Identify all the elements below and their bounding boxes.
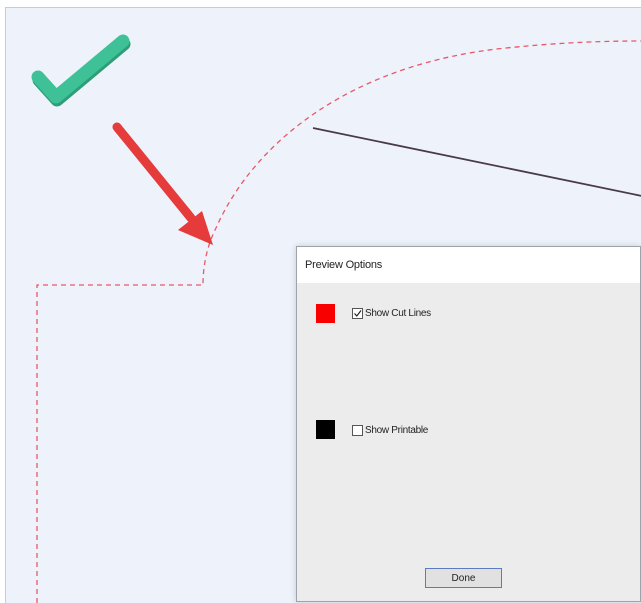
show-printable-checkbox[interactable] xyxy=(352,425,363,436)
show-printable-option[interactable]: Show Printable xyxy=(352,425,428,436)
leader-line xyxy=(312,127,641,197)
check-icon xyxy=(31,34,131,107)
done-button[interactable]: Done xyxy=(425,568,502,588)
show-cut-lines-option[interactable]: Show Cut Lines xyxy=(352,308,431,319)
show-cut-lines-label: Show Cut Lines xyxy=(365,308,431,319)
printable-color-swatch[interactable] xyxy=(316,420,335,439)
dialog-titlebar: Preview Options xyxy=(297,247,640,283)
dialog-title: Preview Options xyxy=(305,259,383,271)
cut-lines-color-swatch[interactable] xyxy=(316,304,335,323)
show-printable-label: Show Printable xyxy=(365,425,429,436)
preview-options-dialog: Preview Options Show Cut Lines Show Prin… xyxy=(296,246,641,602)
arrow-icon xyxy=(112,122,213,245)
checkmark-icon xyxy=(354,310,362,317)
show-cut-lines-checkbox[interactable] xyxy=(352,308,363,319)
